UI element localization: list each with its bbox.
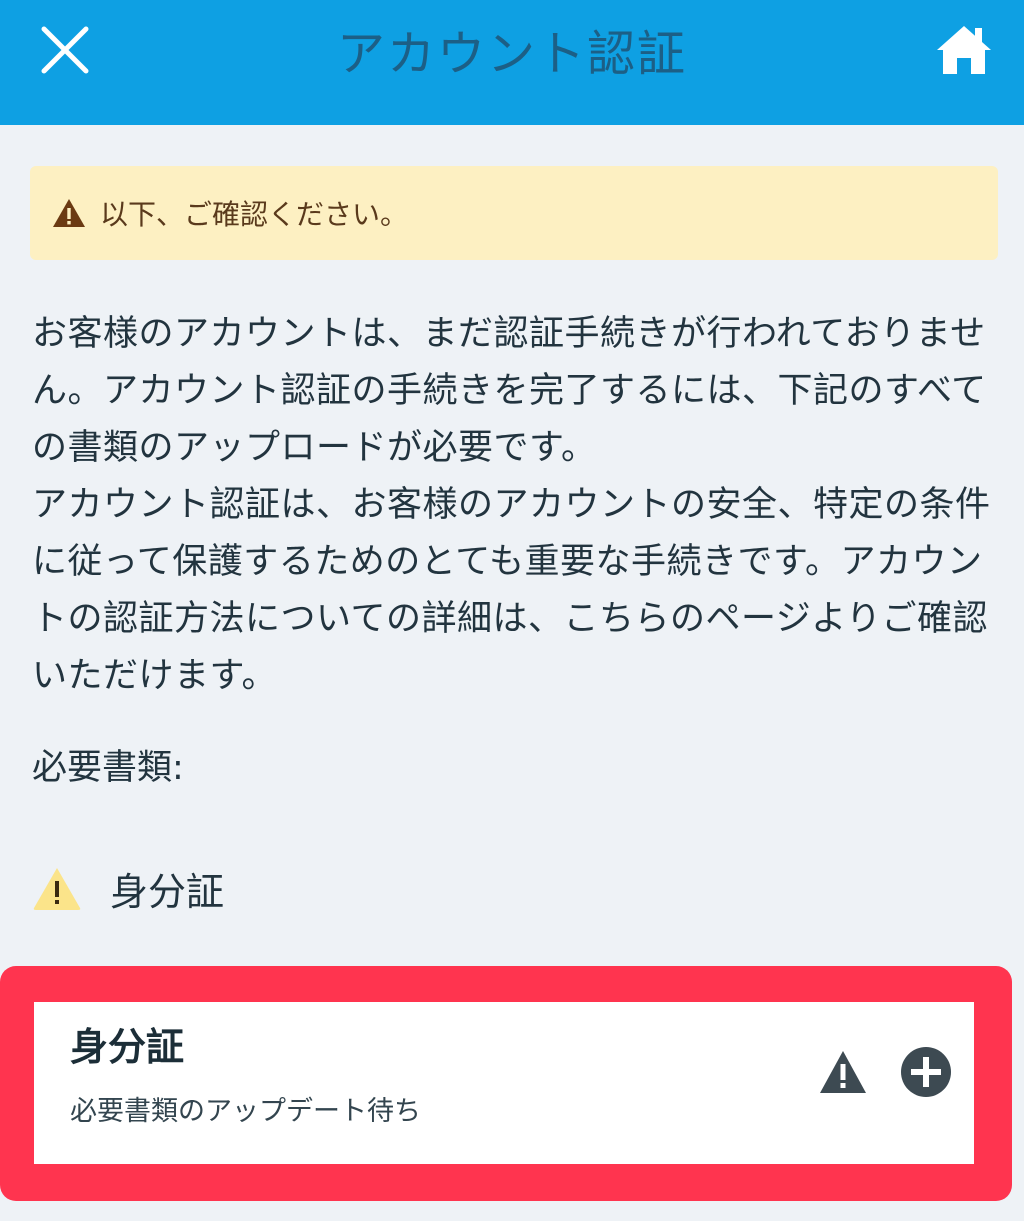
home-button[interactable] (924, 18, 1004, 82)
document-card-status: 必要書類のアップデート待ち (70, 1096, 421, 1127)
document-card-title: 身分証 (70, 1025, 185, 1069)
warning-yellow-icon (33, 868, 81, 910)
description-text: お客様のアカウントは、まだ認証手続きが行われておりません。アカウント認証の手続き… (32, 306, 994, 705)
document-card-actions (818, 1046, 952, 1098)
page-title: アカウント認証 (336, 26, 687, 82)
plus-circle-icon[interactable] (900, 1046, 952, 1098)
required-document-item: 身分証 (32, 858, 224, 918)
header-bar: アカウント認証 (0, 0, 1024, 125)
warning-icon (820, 1051, 866, 1093)
home-icon (937, 26, 991, 74)
description-paragraph-2: アカウント認証は、お客様のアカウントの安全、特定の条件に従って保護するためのとて… (32, 485, 991, 696)
required-documents-label: 必要書類: (32, 748, 184, 788)
alert-text: 以下、ご確認ください。 (100, 198, 409, 231)
document-card[interactable]: 身分証 必要書類のアップデート待ち (34, 1002, 974, 1164)
warning-icon (53, 199, 85, 227)
alert-banner: 以下、ご確認ください。 (30, 166, 998, 260)
description-paragraph-1: お客様のアカウントは、まだ認証手続きが行われておりません。アカウント認証の手続き… (32, 314, 987, 468)
required-document-label: 身分証 (110, 869, 225, 914)
